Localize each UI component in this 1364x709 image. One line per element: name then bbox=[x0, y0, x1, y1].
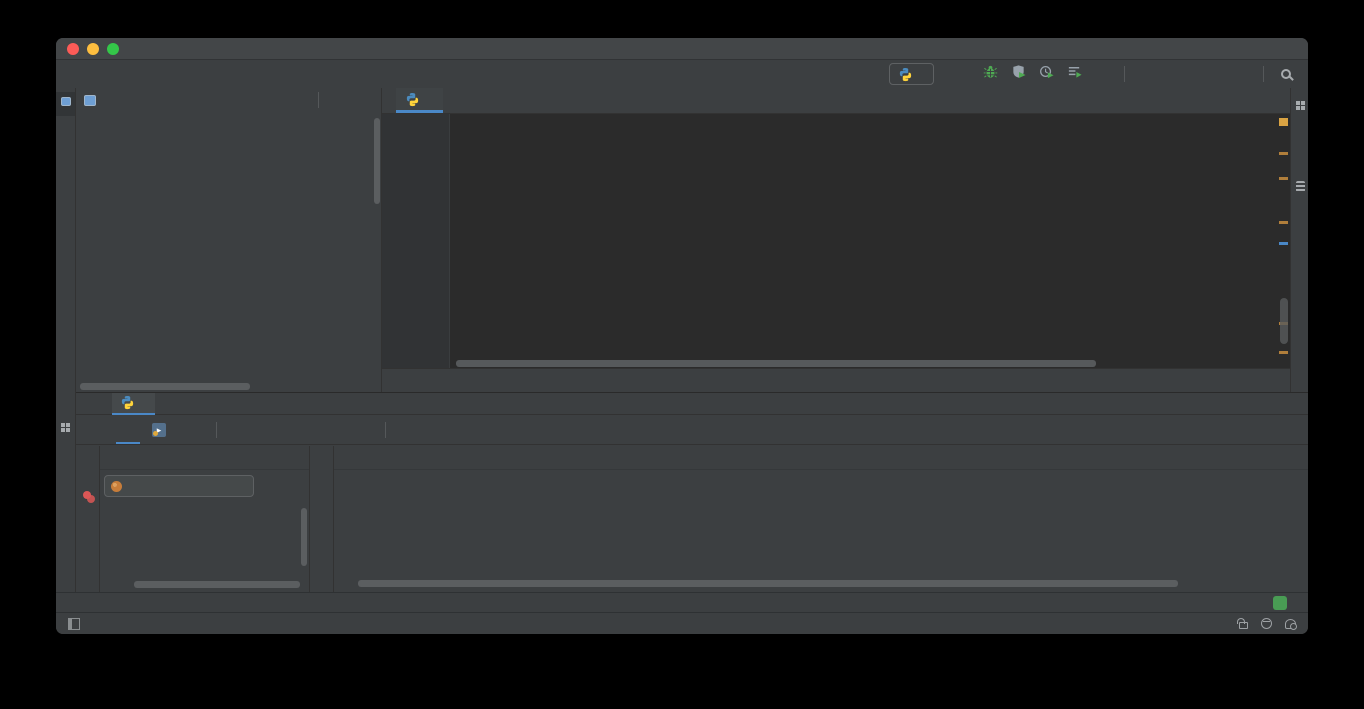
stripe-mark[interactable] bbox=[1279, 177, 1288, 180]
sidebar-item-structure[interactable] bbox=[56, 418, 75, 442]
toolwindow-toggle-icon[interactable] bbox=[68, 618, 80, 630]
frames-horizontal-scrollbar[interactable] bbox=[134, 581, 300, 588]
tab-debugger[interactable] bbox=[116, 415, 140, 444]
debug-side-toolbar bbox=[76, 446, 100, 592]
ide-window: ▸ bbox=[56, 38, 1308, 634]
project-panel-header bbox=[76, 88, 381, 112]
project-tree bbox=[76, 112, 373, 380]
stripe-mark[interactable] bbox=[1279, 152, 1288, 155]
left-tool-stripe bbox=[56, 88, 76, 612]
variables-panel bbox=[334, 446, 1308, 592]
variables-horizontal-scrollbar[interactable] bbox=[358, 580, 1178, 587]
editor-gutter bbox=[382, 114, 450, 368]
toolbar-divider bbox=[1263, 66, 1264, 82]
toolbar-divider bbox=[216, 422, 217, 438]
concurrency-diagram-icon bbox=[1067, 64, 1082, 79]
notifications-icon[interactable] bbox=[1285, 619, 1296, 629]
code-editor[interactable] bbox=[382, 114, 1278, 368]
sidebar-item-sciview[interactable] bbox=[1291, 96, 1308, 120]
variables-list bbox=[334, 474, 1290, 576]
project-horizontal-scrollbar[interactable] bbox=[80, 383, 250, 390]
debug-button[interactable] bbox=[978, 64, 1002, 84]
editor-area bbox=[382, 88, 1290, 392]
search-everywhere-button[interactable] bbox=[1274, 64, 1298, 84]
project-tool-icon bbox=[61, 97, 71, 106]
inspections-icon[interactable] bbox=[1261, 618, 1272, 629]
main-area bbox=[76, 88, 1308, 392]
variables-panel-title bbox=[334, 446, 1308, 470]
stripe-mark-yellow[interactable] bbox=[1279, 118, 1288, 126]
sidebar-item-favorites[interactable] bbox=[56, 516, 75, 531]
project-vertical-scrollbar[interactable] bbox=[374, 118, 380, 204]
profile-button[interactable] bbox=[1034, 64, 1058, 84]
structure-icon bbox=[61, 423, 70, 432]
watches-toolbar bbox=[310, 446, 334, 592]
python-icon bbox=[405, 92, 420, 107]
editor-vertical-scrollbar[interactable] bbox=[1280, 298, 1288, 344]
status-bar bbox=[56, 612, 1308, 634]
stripe-mark-current[interactable] bbox=[1279, 242, 1288, 245]
toolbar-divider bbox=[318, 92, 319, 108]
toolbar-divider bbox=[385, 422, 386, 438]
event-log-badge bbox=[1273, 596, 1287, 610]
frames-panel-title bbox=[100, 446, 309, 470]
editor-error-stripe bbox=[1278, 114, 1290, 368]
coverage-shield-icon bbox=[1011, 64, 1026, 79]
frames-vertical-scrollbar[interactable] bbox=[301, 508, 307, 566]
tool-window-bar bbox=[56, 592, 1308, 612]
minimize-window-button[interactable] bbox=[87, 43, 99, 55]
editor-tab-devserver[interactable] bbox=[396, 88, 443, 113]
toolbar-divider bbox=[1124, 66, 1125, 82]
stripe-mark[interactable] bbox=[1279, 221, 1288, 224]
sciview-icon bbox=[1296, 101, 1305, 110]
editor-breadcrumb-bar bbox=[382, 368, 1290, 392]
editor-horizontal-scrollbar[interactable] bbox=[456, 360, 1096, 367]
navigation-bar bbox=[56, 60, 1308, 88]
frames-panel bbox=[100, 446, 310, 592]
lock-icon[interactable] bbox=[1239, 622, 1248, 629]
main-toolbar bbox=[889, 63, 1298, 85]
title-bar[interactable] bbox=[56, 38, 1308, 60]
stripe-mark[interactable] bbox=[1279, 351, 1288, 354]
thread-icon bbox=[111, 481, 122, 492]
python-icon bbox=[120, 395, 135, 410]
project-panel bbox=[76, 88, 382, 392]
project-view-icon bbox=[84, 95, 96, 106]
debug-session-tab[interactable] bbox=[112, 393, 155, 415]
debug-panel-header bbox=[76, 393, 1308, 415]
zoom-window-button[interactable] bbox=[107, 43, 119, 55]
profiler-clock-icon bbox=[1039, 64, 1054, 79]
bug-icon bbox=[983, 64, 998, 79]
run-configuration-select[interactable] bbox=[889, 63, 934, 85]
close-window-button[interactable] bbox=[67, 43, 79, 55]
tab-console[interactable]: ▸ bbox=[140, 415, 184, 444]
search-icon bbox=[1281, 69, 1291, 79]
python-icon bbox=[898, 67, 913, 82]
editor-tab-bar bbox=[382, 88, 1290, 114]
run-with-concurrency-button[interactable] bbox=[1062, 64, 1086, 84]
sidebar-item-project[interactable] bbox=[56, 92, 75, 116]
console-icon: ▸ bbox=[152, 423, 166, 437]
debugger-body bbox=[76, 446, 1308, 592]
view-breakpoints-button[interactable] bbox=[83, 491, 93, 501]
debugger-toolbar: ▸ bbox=[76, 415, 1308, 445]
right-tool-stripe bbox=[1290, 88, 1308, 392]
database-icon bbox=[1296, 181, 1305, 192]
thread-select[interactable] bbox=[104, 475, 254, 497]
run-with-coverage-button[interactable] bbox=[1006, 64, 1030, 84]
sidebar-item-database[interactable] bbox=[1291, 176, 1308, 202]
event-log-button[interactable] bbox=[1273, 596, 1294, 610]
window-controls bbox=[67, 43, 119, 55]
debug-tool-window: ▸ bbox=[76, 392, 1308, 592]
